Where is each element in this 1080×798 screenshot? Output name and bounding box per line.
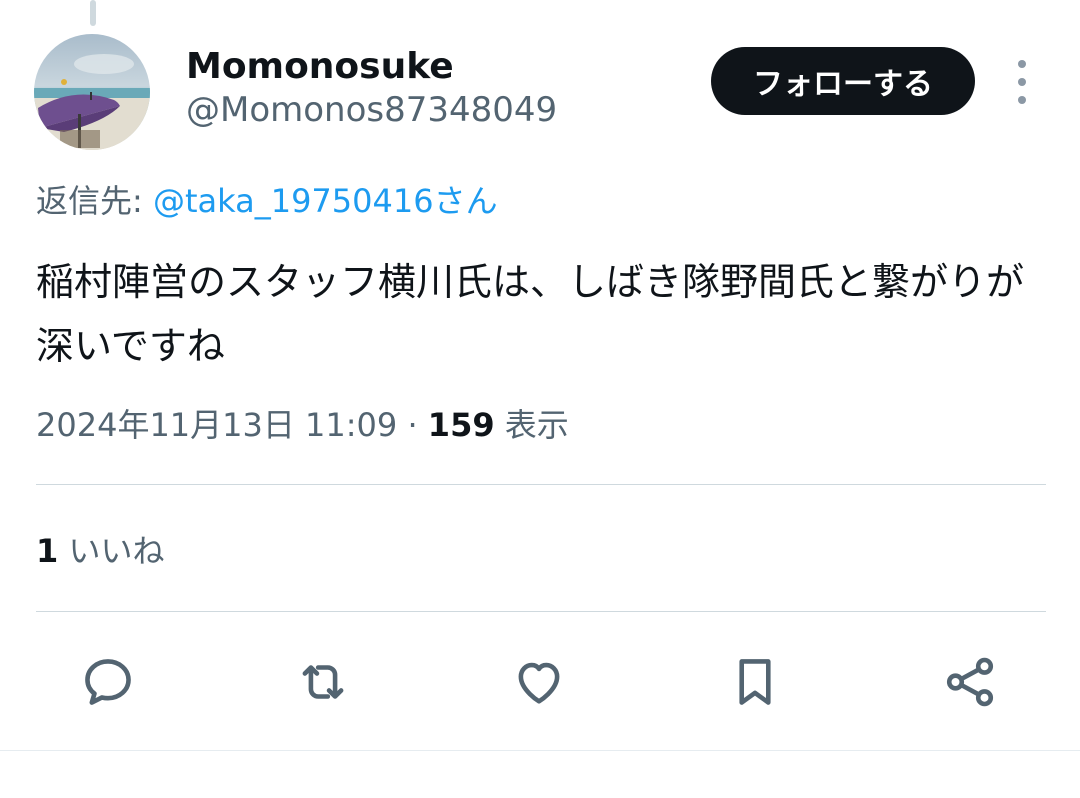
retweet-button[interactable] — [291, 650, 355, 714]
more-dot — [1018, 60, 1026, 68]
tweet-meta: 2024年11月13日 11:09 · 159 表示 — [36, 402, 569, 448]
reply-context: 返信先: @taka_19750416さん — [36, 178, 498, 224]
share-icon — [946, 657, 994, 707]
author-display-name[interactable]: Momonosuke — [186, 44, 454, 90]
meta-separator: · — [397, 406, 428, 444]
like-button[interactable] — [507, 650, 571, 714]
divider — [36, 484, 1046, 485]
bookmark-icon — [739, 659, 771, 705]
heart-icon — [518, 662, 560, 704]
follow-button[interactable]: フォローする — [711, 47, 975, 115]
more-dot — [1018, 96, 1026, 104]
reply-prefix: 返信先: — [36, 182, 153, 220]
views-count: 159 — [427, 406, 495, 444]
views-label: 表示 — [494, 406, 569, 444]
likes-count: 1 — [36, 532, 59, 570]
likes-label: いいね — [58, 532, 165, 570]
author-handle[interactable]: @Momonos87348049 — [186, 88, 557, 132]
retweet-icon — [302, 665, 344, 699]
action-bar — [0, 650, 1080, 714]
likes-stat[interactable]: 1 いいね — [36, 528, 164, 574]
avatar-photo — [34, 34, 150, 150]
bookmark-button[interactable] — [723, 650, 787, 714]
more-dot — [1018, 78, 1026, 86]
more-vertical-icon[interactable] — [1006, 60, 1038, 104]
reply-target-link[interactable]: @taka_19750416さん — [153, 182, 498, 220]
reply-button[interactable] — [76, 650, 140, 714]
share-button[interactable] — [938, 650, 1002, 714]
tweet-text: 稲村陣営のスタッフ横川氏は、しばき隊野間氏と繋がりが深いですね — [36, 260, 1025, 368]
avatar[interactable] — [34, 34, 150, 150]
divider — [0, 750, 1080, 751]
thread-connector-line — [90, 0, 96, 26]
tweet-timestamp[interactable]: 2024年11月13日 11:09 — [36, 406, 397, 444]
reply-icon — [85, 659, 131, 705]
divider — [36, 611, 1046, 612]
